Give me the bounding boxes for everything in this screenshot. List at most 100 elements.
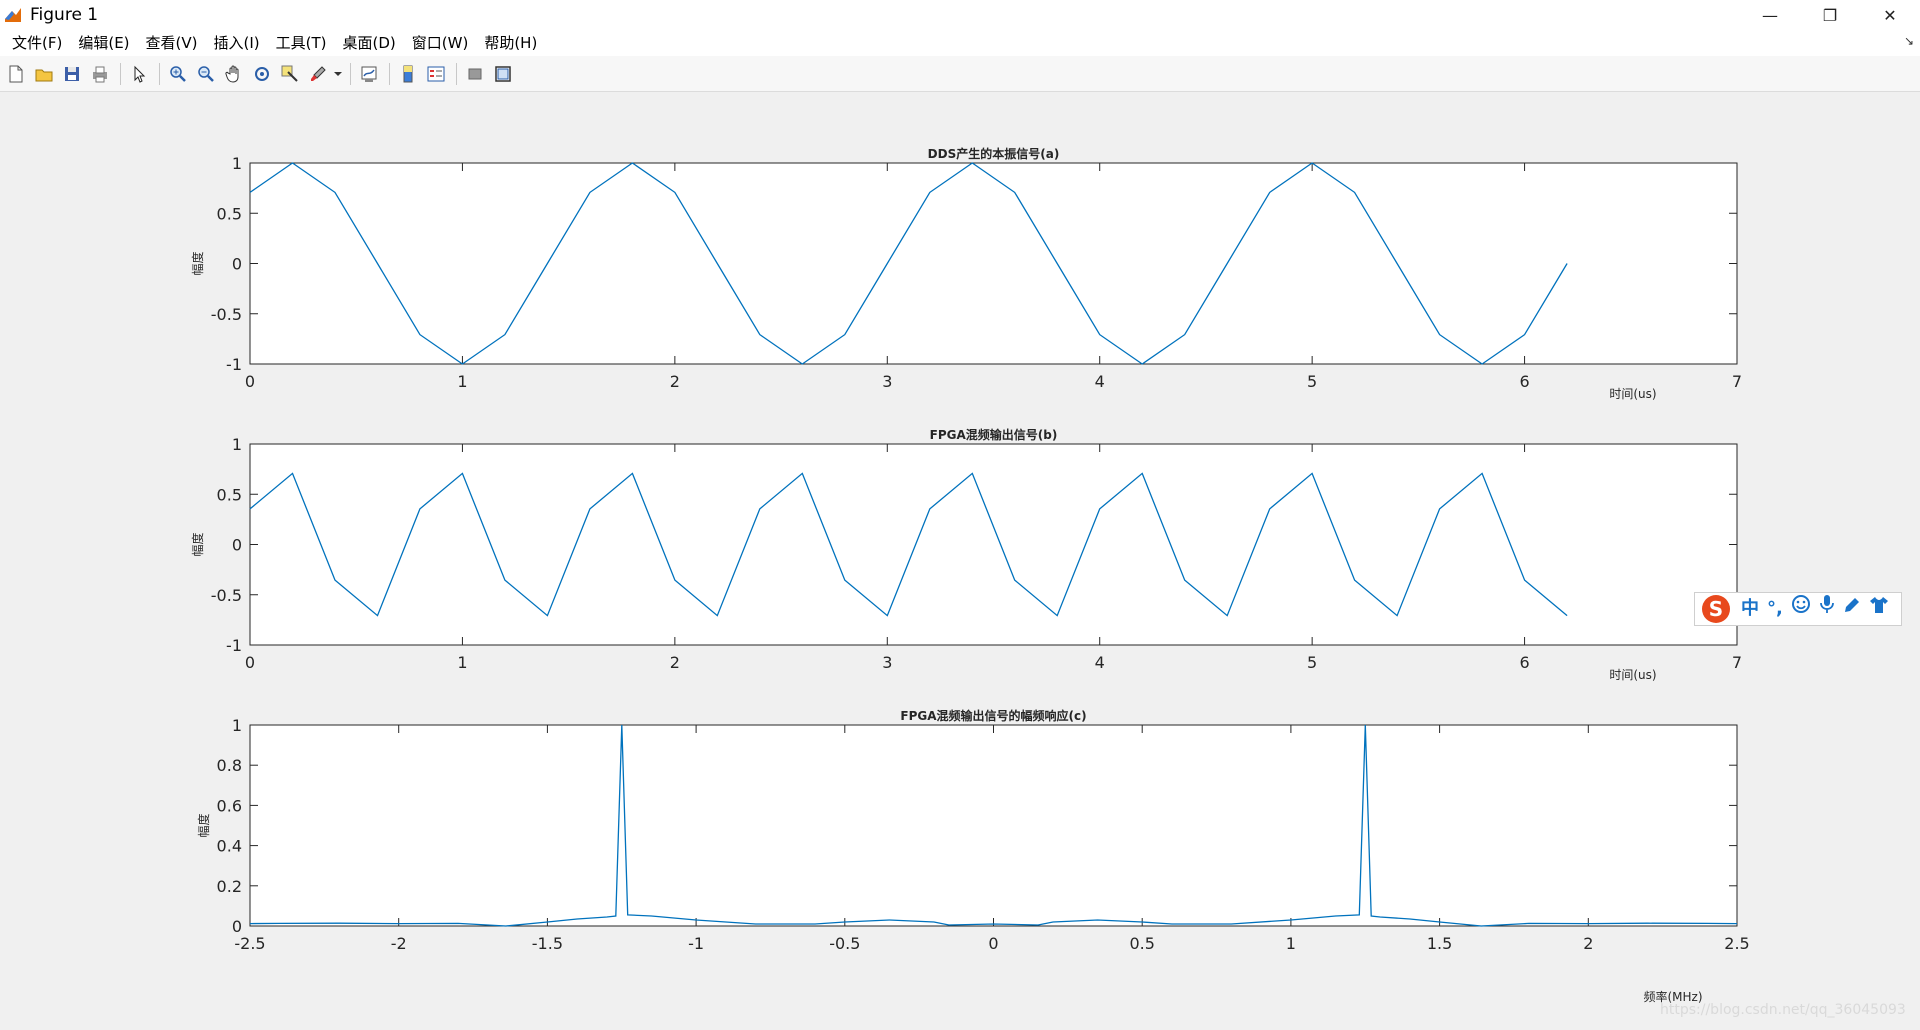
x-tick-label: 2 <box>670 372 680 391</box>
microphone-icon[interactable] <box>1819 594 1835 624</box>
zoom-out-icon[interactable] <box>193 61 219 87</box>
subplot-b[interactable]: FPGA混频输出信号(b) 时间(us) 幅度 0 1 2 3 4 5 6 7 -1 -0.5 0 0… <box>190 427 1742 682</box>
x-tick-label: 4 <box>1095 372 1105 391</box>
x-tick-label: 1 <box>457 372 467 391</box>
y-tick-label: 0 <box>232 917 242 936</box>
toolbar-separator <box>456 62 457 85</box>
smiley-icon[interactable] <box>1791 594 1811 624</box>
window-title: Figure 1 <box>30 5 99 25</box>
x-axis-label: 时间(us) <box>1609 387 1656 401</box>
x-tick-label: 7 <box>1732 653 1742 672</box>
brush-icon[interactable] <box>305 61 331 87</box>
zoom-in-icon[interactable] <box>165 61 191 87</box>
ime-toolbar[interactable]: S 中 °, <box>1694 592 1902 626</box>
pan-hand-icon[interactable] <box>221 61 247 87</box>
legend-icon[interactable] <box>423 61 449 87</box>
window-titlebar: Figure 1 — ❐ ✕ <box>0 0 1920 30</box>
x-tick-label: -1.5 <box>532 934 563 953</box>
menu-tools[interactable]: 工具(T) <box>268 30 335 56</box>
x-tick-label: -2 <box>391 934 407 953</box>
close-button[interactable]: ✕ <box>1860 0 1920 30</box>
axes-background <box>250 444 1737 645</box>
save-icon[interactable] <box>59 61 85 87</box>
x-tick-label: 2.5 <box>1724 934 1749 953</box>
menu-edit[interactable]: 编辑(E) <box>70 30 137 56</box>
y-tick-label: -0.5 <box>211 305 242 324</box>
shirt-icon[interactable] <box>1869 594 1889 624</box>
window-controls: — ❐ ✕ <box>1740 0 1920 30</box>
toolbar-separator <box>389 62 390 85</box>
x-tick-label: 0.5 <box>1129 934 1154 953</box>
hide-plot-tools-icon[interactable] <box>462 61 488 87</box>
ime-punct-toggle[interactable]: °, <box>1767 594 1783 624</box>
x-tick-label: -0.5 <box>829 934 860 953</box>
menu-file[interactable]: 文件(F) <box>4 30 70 56</box>
y-axis-label: 幅度 <box>190 532 205 556</box>
subplot-title: DDS产生的本振信号(a) <box>928 146 1060 161</box>
x-axis-label: 时间(us) <box>1609 668 1656 682</box>
x-tick-label: 4 <box>1095 653 1105 672</box>
subplot-title: FPGA混频输出信号(b) <box>930 427 1058 442</box>
figure-toolbar <box>0 56 1920 92</box>
y-axis-label: 幅度 <box>196 813 211 837</box>
y-tick-label: 1 <box>232 716 242 735</box>
y-axis-label: 幅度 <box>190 251 205 275</box>
subplot-title: FPGA混频输出信号的幅频响应(c) <box>900 708 1086 723</box>
y-tick-label: 0.4 <box>217 837 242 856</box>
toolbar-separator <box>120 62 121 85</box>
y-tick-label: 0.6 <box>217 796 242 815</box>
x-tick-label: 3 <box>882 372 892 391</box>
restore-button[interactable]: ❐ <box>1800 0 1860 30</box>
menu-window[interactable]: 窗口(W) <box>404 30 477 56</box>
toolbar-separator <box>159 62 160 85</box>
rotate-3d-icon[interactable] <box>249 61 275 87</box>
link-plot-icon[interactable] <box>356 61 382 87</box>
x-tick-label: 6 <box>1519 653 1529 672</box>
axes-background <box>250 163 1737 364</box>
x-tick-label: 0 <box>245 653 255 672</box>
y-tick-label: 1 <box>232 435 242 454</box>
y-tick-label: 0 <box>232 536 242 555</box>
open-file-icon[interactable] <box>31 61 57 87</box>
x-tick-label: 1 <box>1286 934 1296 953</box>
sogou-logo-icon[interactable]: S <box>1699 594 1733 624</box>
menu-help[interactable]: 帮助(H) <box>476 30 545 56</box>
x-tick-label: -1 <box>688 934 704 953</box>
axes-background <box>250 725 1737 926</box>
colorbar-icon[interactable] <box>395 61 421 87</box>
data-cursor-icon[interactable] <box>277 61 303 87</box>
dock-figure-icon[interactable]: ↘ <box>1904 34 1914 48</box>
y-tick-label: 0.5 <box>217 204 242 223</box>
subplot-c[interactable]: FPGA混频输出信号的幅频响应(c) 频率(MHz) 幅度 -2.5 -2 -1.5… <box>196 708 1750 1004</box>
x-tick-label: 3 <box>882 653 892 672</box>
figure-canvas: DDS产生的本振信号(a) 时间(us) 幅度 0 1 2 3 4 5 6 7 -1 -0.5 0 0… <box>190 146 1750 1004</box>
pen-icon[interactable] <box>1843 594 1861 624</box>
y-tick-label: -1 <box>226 355 242 374</box>
x-tick-label: 7 <box>1732 372 1742 391</box>
y-tick-label: -1 <box>226 636 242 655</box>
new-figure-icon[interactable] <box>3 61 29 87</box>
toolbar-separator <box>350 62 351 85</box>
menu-insert[interactable]: 插入(I) <box>206 30 268 56</box>
x-tick-label: 6 <box>1519 372 1529 391</box>
y-tick-label: -0.5 <box>211 586 242 605</box>
pointer-icon[interactable] <box>126 61 152 87</box>
menu-view[interactable]: 查看(V) <box>138 30 206 56</box>
show-plot-tools-icon[interactable] <box>490 61 516 87</box>
dropdown-arrow-icon[interactable] <box>333 61 343 87</box>
y-tick-label: 0 <box>232 255 242 274</box>
minimize-button[interactable]: — <box>1740 0 1800 30</box>
matlab-logo-icon <box>5 8 21 22</box>
x-tick-label: 2 <box>1583 934 1593 953</box>
y-tick-label: 0.8 <box>217 756 242 775</box>
y-tick-label: 0.5 <box>217 485 242 504</box>
x-tick-label: 5 <box>1307 372 1317 391</box>
x-tick-label: 0 <box>245 372 255 391</box>
ime-mode-toggle[interactable]: 中 <box>1741 594 1759 624</box>
x-tick-label: 1.5 <box>1427 934 1452 953</box>
x-tick-label: -2.5 <box>234 934 265 953</box>
print-icon[interactable] <box>87 61 113 87</box>
menu-desktop[interactable]: 桌面(D) <box>335 30 404 56</box>
x-tick-label: 0 <box>988 934 998 953</box>
subplot-a[interactable]: DDS产生的本振信号(a) 时间(us) 幅度 0 1 2 3 4 5 6 7 -1 -0.5 0 0… <box>190 146 1742 401</box>
